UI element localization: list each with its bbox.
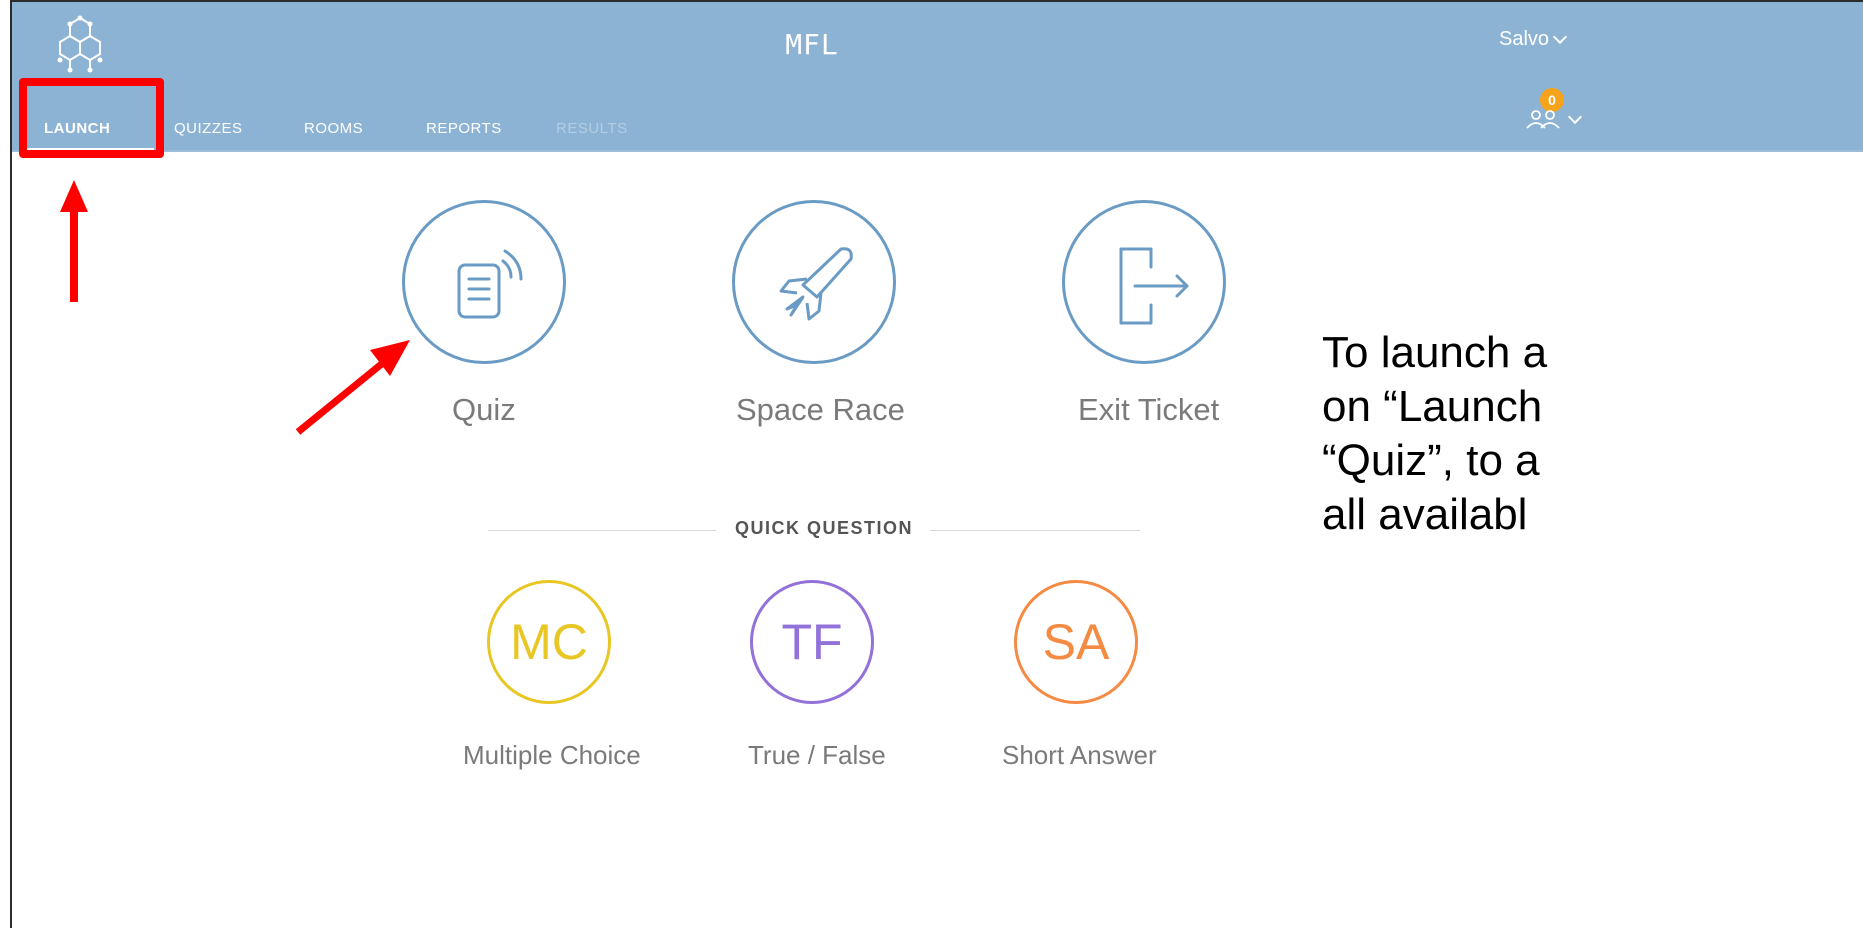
true-false-button[interactable]: TF [750,580,874,704]
quiz-activity-circle[interactable] [402,200,566,364]
rocket-icon [779,247,853,321]
tab-reports[interactable]: REPORTS [426,120,502,137]
short-answer-button[interactable]: SA [1014,580,1138,704]
tab-quizzes[interactable]: QUIZZES [174,120,243,137]
students-menu[interactable]: 0 [1524,88,1584,138]
quiz-label[interactable]: Quiz [452,392,516,428]
divider-right [930,530,1140,531]
annotation-highlight-box [19,78,164,158]
true-false-label[interactable]: True / False [748,740,886,771]
multiple-choice-label[interactable]: Multiple Choice [463,740,641,771]
quick-question-title: QUICK QUESTION [734,518,913,538]
chevron-down-icon [1567,109,1583,125]
annotation-arrow-up [60,180,88,302]
app-title: MFL [785,28,839,61]
tab-results: RESULTS [556,120,628,137]
instruction-line: To launch a [1322,328,1548,377]
exit-door-icon [1119,247,1189,325]
quiz-broadcast-icon [457,249,523,319]
user-menu[interactable]: Salvo [1499,28,1568,51]
slide: MFL Salvo 0 LAUNCH QUIZZES ROOMS REPORTS… [0,0,1863,928]
space-race-activity-circle[interactable] [732,200,896,364]
instruction-line: on “Launch [1322,382,1543,431]
people-icon [1526,110,1560,129]
tab-rooms[interactable]: ROOMS [304,120,363,137]
short-answer-label[interactable]: Short Answer [1002,740,1157,771]
exit-ticket-label[interactable]: Exit Ticket [1078,392,1219,428]
top-bar: MFL Salvo 0 LAUNCH QUIZZES ROOMS REPORTS… [12,2,1863,152]
user-name: Salvo [1499,28,1550,50]
exit-ticket-activity-circle[interactable] [1062,200,1226,364]
instruction-line: all availabl [1322,490,1528,539]
space-race-label[interactable]: Space Race [736,392,905,428]
chevron-down-icon [1552,29,1568,45]
instruction-text: To launch a on “Launch “Quiz”, to a all … [1322,326,1863,626]
instruction-line: “Quiz”, to a [1322,436,1540,485]
divider-left [488,530,716,531]
annotation-arrow-quiz [295,340,410,435]
multiple-choice-button[interactable]: MC [487,580,611,704]
